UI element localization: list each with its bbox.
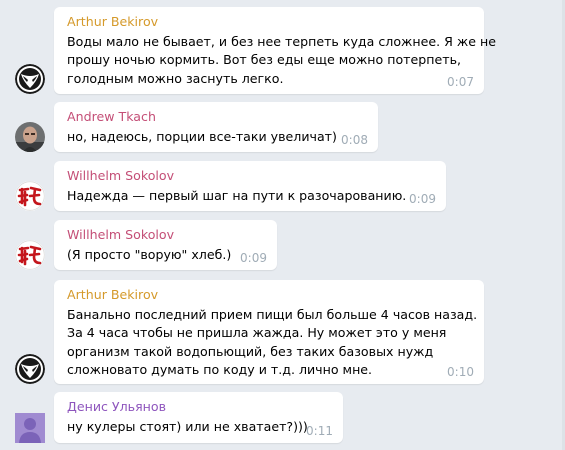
message-line: но, надеюсь, порции все-таки увеличат) <box>67 129 337 144</box>
alien-logo-icon[interactable] <box>15 354 45 384</box>
message-line: Воды мало не бывает, и без нее терпеть к… <box>67 34 496 49</box>
person-photo-icon[interactable] <box>15 122 45 152</box>
author-name[interactable]: Arthur Bekirov <box>67 14 158 30</box>
message-text: (Я просто "ворую" хлеб.) <box>67 246 231 264</box>
message-text: но, надеюсь, порции все-таки увеличат) <box>67 128 337 146</box>
author-name[interactable]: Willhelm Sokolov <box>67 227 174 243</box>
message-line: прошу ночью кормить. Вот без еды еще мож… <box>67 52 461 68</box>
message-line: голодным можно заснуть легко. <box>67 70 284 86</box>
message-time: 0:11 <box>306 424 333 438</box>
alien-logo-icon[interactable] <box>15 64 45 94</box>
message-line: Банально последний прием пищи был больше… <box>67 307 478 322</box>
message-bubble[interactable]: Arthur Bekirov Банально последний прием … <box>54 280 484 384</box>
message-time: 0:08 <box>341 133 368 147</box>
author-name[interactable]: Arthur Bekirov <box>67 287 158 303</box>
message-line: Надежда — первый шаг на пути к разочаров… <box>67 188 407 203</box>
message-time: 0:07 <box>447 75 474 89</box>
message-bubble[interactable]: Arthur Bekirov Воды мало не бывает, и бе… <box>54 7 496 94</box>
message-time: 0:09 <box>240 251 267 265</box>
message-bubble[interactable]: Денис Ульянов ну кулеры стоят) или не хв… <box>54 392 343 443</box>
message-bubble[interactable]: Andrew Tkach но, надеюсь, порции все-так… <box>54 102 378 152</box>
author-name[interactable]: Andrew Tkach <box>67 109 156 125</box>
author-name[interactable]: Willhelm Sokolov <box>67 168 174 184</box>
red-hieroglyph-icon[interactable] <box>15 240 45 270</box>
message-text: Банально последний прием пищи был больше… <box>67 306 477 379</box>
message-bubble[interactable]: Willhelm Sokolov Надежда — первый шаг на… <box>54 161 446 211</box>
message-line: организм такой водопьющий, без таких баз… <box>67 343 434 359</box>
default-user-icon[interactable] <box>15 413 45 443</box>
message-text: ну кулеры стоят) или не хватает?))) <box>67 418 308 436</box>
message-text: Надежда — первый шаг на пути к разочаров… <box>67 187 406 205</box>
chat-history: Arthur Bekirov Воды мало не бывает, и бе… <box>0 0 565 450</box>
message-line: За 4 часа чтобы не пришла жажда. Ну може… <box>67 325 447 341</box>
message-bubble[interactable]: Willhelm Sokolov (Я просто "ворую" хлеб.… <box>54 220 277 270</box>
author-name[interactable]: Денис Ульянов <box>67 399 166 415</box>
message-line: сложновато думать по коду и т.д. лично м… <box>67 361 373 377</box>
message-text: Воды мало не бывает, и без нее терпеть к… <box>67 33 496 88</box>
message-time: 0:10 <box>447 365 474 379</box>
message-time: 0:09 <box>409 192 436 206</box>
message-line: ну кулеры стоят) или не хватает?))) <box>67 419 308 434</box>
red-hieroglyph-icon[interactable] <box>15 181 45 211</box>
message-line: (Я просто "ворую" хлеб.) <box>67 247 232 262</box>
